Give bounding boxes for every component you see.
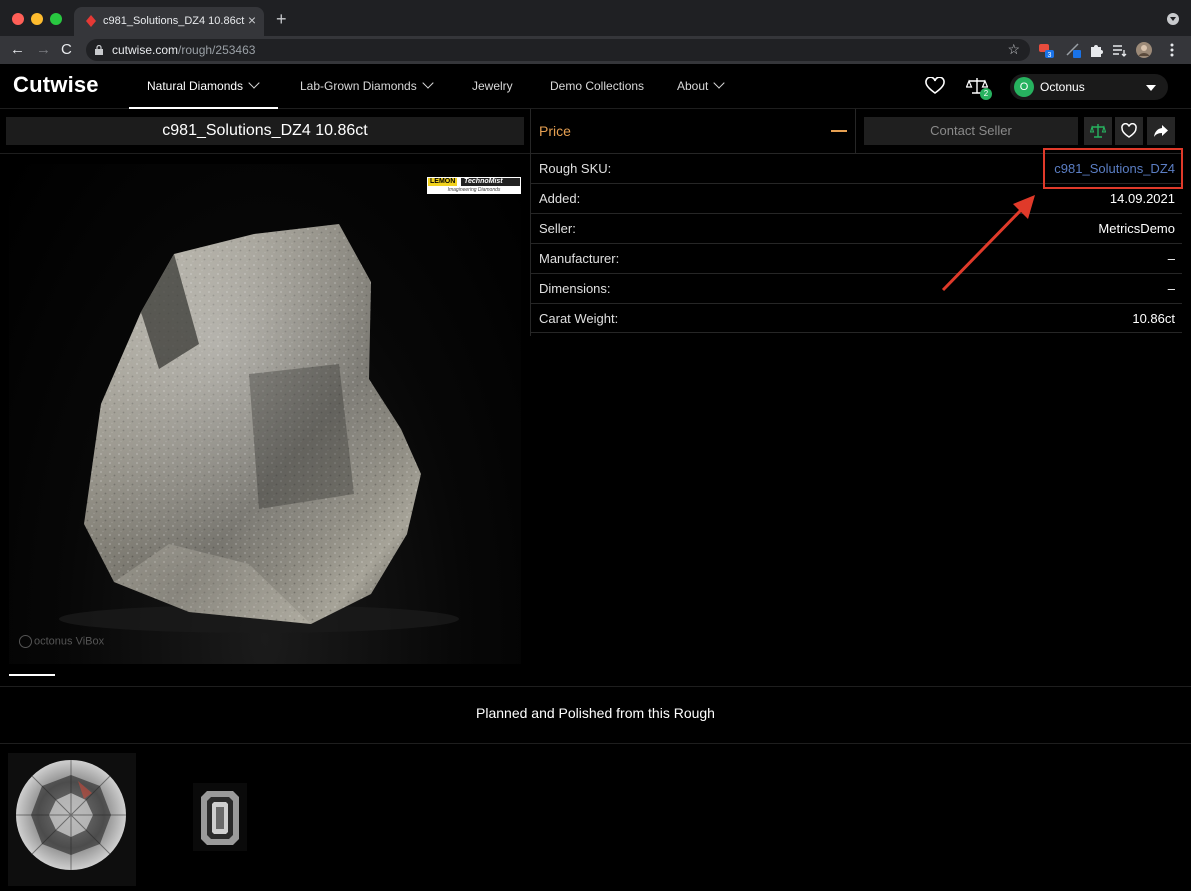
detail-label: Dimensions: <box>539 281 611 296</box>
nav-about[interactable]: About <box>677 77 726 93</box>
detail-label: Seller: <box>539 221 576 236</box>
browser-tab[interactable]: c981_Solutions_DZ4 10.86ct × <box>74 7 264 36</box>
address-bar[interactable]: cutwise.com/rough/253463 ☆ <box>86 39 1030 61</box>
detail-row-carat: Carat Weight: 10.86ct <box>531 303 1182 333</box>
chevron-down-icon <box>422 77 434 89</box>
watermark-text: octonus ViBox <box>34 635 105 648</box>
polished-round-diamond-thumbnail[interactable] <box>8 753 136 886</box>
detail-value: 10.86ct <box>1132 311 1175 326</box>
rough-stone-illustration <box>59 224 459 633</box>
nav-jewelry[interactable]: Jewelry <box>472 79 513 93</box>
divider <box>0 153 530 154</box>
detail-label: Carat Weight: <box>539 311 619 326</box>
browser-menu-icon[interactable] <box>1163 41 1181 59</box>
bookmark-star-icon[interactable]: ☆ <box>1007 41 1020 58</box>
compare-count-badge: 2 <box>980 88 992 100</box>
url-text: cutwise.com/rough/253463 <box>112 43 255 57</box>
emerald-cut-illustration <box>201 791 239 845</box>
browser-tabbar: c981_Solutions_DZ4 10.86ct × + <box>0 0 1191 36</box>
octonus-vibox-watermark: octonus ViBox <box>19 635 104 648</box>
detail-label: Added: <box>539 191 581 206</box>
detail-value: MetricsDemo <box>1098 221 1175 236</box>
planned-polished-heading: Planned and Polished from this Rough <box>476 705 715 721</box>
diamond-favicon-icon <box>86 15 96 27</box>
caret-down-icon <box>1146 85 1156 91</box>
url-host: cutwise.com <box>112 43 179 57</box>
nav-active-indicator <box>129 107 278 109</box>
add-to-compare-button[interactable] <box>1084 117 1112 145</box>
detail-value: 14.09.2021 <box>1109 191 1175 206</box>
price-label: Price <box>539 123 571 139</box>
url-path: /rough/253463 <box>178 43 256 57</box>
user-name: Octonus <box>1040 80 1085 94</box>
detail-value: – <box>1167 251 1175 266</box>
lock-icon <box>95 45 103 55</box>
user-menu-dropdown[interactable]: O Octonus <box>1010 74 1168 100</box>
puzzle-extensions-icon[interactable] <box>1087 41 1105 59</box>
user-avatar: O <box>1014 77 1034 97</box>
share-arrow-icon <box>1154 125 1168 137</box>
favorites-heart-icon[interactable] <box>925 77 945 95</box>
logo-tagline: Imagineering Diamonds <box>447 187 501 193</box>
annotation-arrow-icon <box>941 195 1035 292</box>
minimize-window-button[interactable] <box>31 13 43 25</box>
nav-lab-grown-diamonds[interactable]: Lab-Grown Diamonds <box>300 77 434 93</box>
contact-seller-button[interactable]: Contact Seller <box>864 117 1078 145</box>
detail-value: – <box>1167 281 1175 296</box>
tab-title: c981_Solutions_DZ4 10.86ct <box>103 15 245 27</box>
extension-badge: 3 <box>1048 52 1052 59</box>
nav-demo-collections[interactable]: Demo Collections <box>550 79 644 93</box>
price-value-dash <box>831 130 847 132</box>
extension-icon-2[interactable] <box>1064 41 1082 59</box>
forward-button[interactable]: → <box>36 40 51 60</box>
rough-diamond-image[interactable]: LEMON TechnoMist Imagineering Diamonds o… <box>9 164 521 664</box>
price-separator <box>855 109 856 153</box>
detail-label: Manufacturer: <box>539 251 620 266</box>
add-to-favorites-button[interactable] <box>1115 117 1143 145</box>
round-diamond-illustration <box>16 760 126 870</box>
divider <box>0 743 1191 744</box>
annotation-highlight-box <box>1043 148 1183 189</box>
detail-row-dimensions: Dimensions: – <box>531 273 1182 303</box>
extension-icon[interactable]: 3 <box>1037 41 1055 59</box>
site-header: Cutwise Natural Diamonds Lab-Grown Diamo… <box>0 64 1191 109</box>
product-title-bar: c981_Solutions_DZ4 10.86ct <box>6 117 524 145</box>
reading-list-icon[interactable] <box>1110 41 1128 59</box>
tab-search-icon[interactable] <box>1167 13 1179 25</box>
detail-label: Rough SKU: <box>539 161 612 176</box>
new-tab-button[interactable]: + <box>276 9 287 30</box>
nav-labgrown-label: Lab-Grown Diamonds <box>300 79 417 93</box>
media-tab-indicator <box>9 674 55 676</box>
browser-toolbar: ← → C cutwise.com/rough/253463 ☆ 3 <box>0 36 1191 64</box>
profile-avatar-icon[interactable] <box>1135 41 1153 59</box>
detail-row-seller: Seller: MetricsDemo <box>531 213 1182 243</box>
heart-icon <box>1121 123 1137 138</box>
cutwise-logo[interactable]: Cutwise <box>13 72 99 98</box>
detail-row-manufacturer: Manufacturer: – <box>531 243 1182 273</box>
nav-natural-label: Natural Diamonds <box>147 79 244 93</box>
reload-button[interactable]: C <box>61 40 72 60</box>
share-button[interactable] <box>1147 117 1175 145</box>
tab-close-icon[interactable]: × <box>248 12 256 28</box>
lemon-text: LEMON <box>428 178 458 186</box>
nav-about-label: About <box>677 79 709 93</box>
maximize-window-button[interactable] <box>50 13 62 25</box>
lemon-technomist-logo: LEMON TechnoMist Imagineering Diamonds <box>427 177 521 194</box>
compare-scale-icon <box>1090 124 1106 138</box>
octonus-ring-icon <box>19 635 32 648</box>
chevron-down-icon <box>713 77 726 89</box>
divider <box>0 686 1191 687</box>
product-title: c981_Solutions_DZ4 10.86ct <box>162 122 368 139</box>
close-window-button[interactable] <box>12 13 24 25</box>
technomist-text: TechnoMist <box>461 178 520 186</box>
nav-natural-diamonds[interactable]: Natural Diamonds <box>147 77 260 93</box>
chevron-down-icon <box>248 77 260 89</box>
polished-emerald-diamond-thumbnail[interactable] <box>193 783 247 851</box>
back-button[interactable]: ← <box>10 40 25 60</box>
